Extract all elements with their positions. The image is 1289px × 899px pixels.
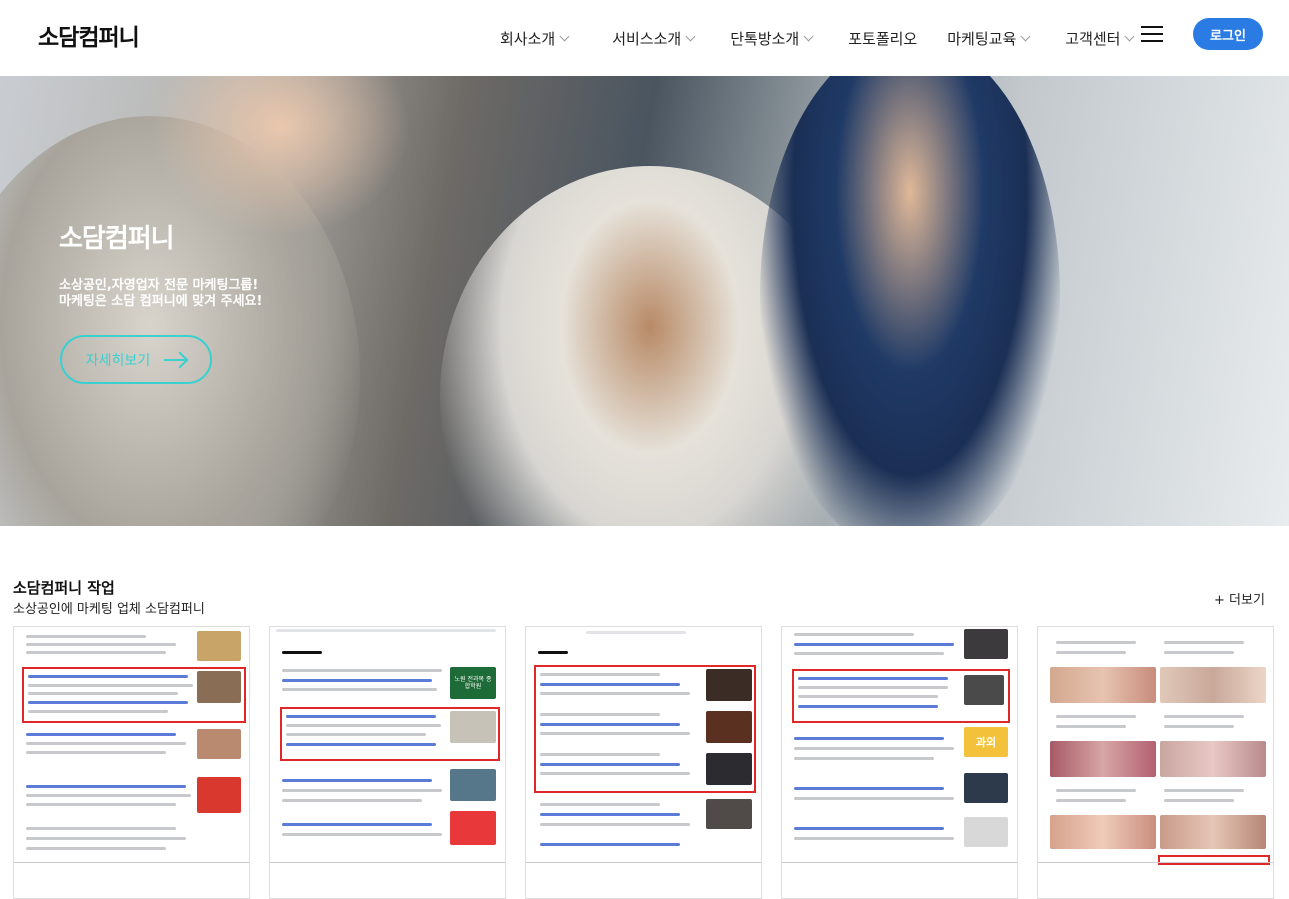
- thumbnail: 과외: [964, 727, 1008, 757]
- thumbnail: [450, 711, 496, 743]
- nav-label: 포토폴리오: [848, 29, 918, 48]
- nav-label: 서비스소개: [612, 29, 682, 48]
- site-logo[interactable]: 소담컴퍼니: [38, 18, 140, 52]
- learn-more-label: 자세히보기: [85, 352, 151, 369]
- hero-subtitle-line: 마케팅은 소담 컴퍼니에 맞겨 주세요!: [59, 294, 263, 309]
- hero-banner: 소담컴퍼니 소상공인,자영업자 전문 마케팅그룹! 마케팅은 소담 컴퍼니에 맞…: [0, 76, 1289, 526]
- thumbnail: [450, 769, 496, 801]
- site-header: 소담컴퍼니 회사소개 서비스소개 단톡방소개 포토폴리오 마케팅교육 고객센터 …: [0, 0, 1289, 76]
- nav-item-portfolio[interactable]: 포토폴리오: [848, 28, 917, 49]
- thumbnail-caption: 과외: [975, 736, 997, 749]
- chevron-down-icon: [559, 31, 570, 41]
- main-nav: 회사소개 서비스소개 단톡방소개 포토폴리오 마케팅교육 고객센터: [500, 0, 1135, 76]
- chevron-down-icon: [803, 31, 814, 41]
- thumbnail: [1050, 667, 1156, 703]
- nav-item-services[interactable]: 서비스소개: [612, 28, 696, 49]
- thumbnail: [964, 817, 1008, 847]
- thumbnail: [197, 777, 241, 813]
- section-title: 소담컴퍼니 작업: [13, 579, 115, 597]
- login-button[interactable]: 로그인: [1193, 18, 1263, 50]
- thumbnail: [706, 669, 752, 701]
- portfolio-card[interactable]: [1037, 626, 1274, 899]
- thumbnail: [964, 773, 1008, 803]
- thumbnail: [706, 799, 752, 829]
- hero-content: 소담컴퍼니 소상공인,자영업자 전문 마케팅그룹! 마케팅은 소담 컴퍼니에 맞…: [59, 76, 459, 526]
- section-subtitle: 소상공인에 마케팅 업체 소담컴퍼니: [13, 602, 205, 617]
- nav-item-company[interactable]: 회사소개: [500, 28, 570, 49]
- nav-label: 마케팅교육: [947, 29, 1017, 48]
- nav-label: 단톡방소개: [730, 29, 800, 48]
- thumbnail: [197, 631, 241, 661]
- hero-subtitle-line: 소상공인,자영업자 전문 마케팅그룹!: [59, 278, 259, 293]
- nav-label: 회사소개: [500, 29, 556, 48]
- highlight-box: [1158, 855, 1270, 865]
- hero-title: 소담컴퍼니: [59, 224, 175, 254]
- thumbnail: [706, 753, 752, 785]
- nav-item-customer-center[interactable]: 고객센터: [1065, 28, 1135, 49]
- chevron-down-icon: [1125, 31, 1135, 41]
- thumbnail: [450, 811, 496, 845]
- nav-item-marketing-education[interactable]: 마케팅교육: [947, 28, 1031, 49]
- thumbnail: [1050, 815, 1156, 849]
- portfolio-card[interactable]: [13, 626, 250, 899]
- portfolio-card[interactable]: 과외: [781, 626, 1018, 899]
- hero-subtitle: 소상공인,자영업자 전문 마케팅그룹! 마케팅은 소담 컴퍼니에 맞겨 주세요!: [59, 278, 262, 310]
- portfolio-card[interactable]: 노원 전과목 종합학원: [269, 626, 506, 899]
- thumbnail: [197, 671, 241, 703]
- thumbnail: [706, 711, 752, 743]
- learn-more-button[interactable]: 자세히보기: [60, 335, 212, 384]
- more-link[interactable]: + 더보기: [1214, 589, 1265, 608]
- nav-label: 고객센터: [1065, 29, 1121, 48]
- nav-item-chatroom[interactable]: 단톡방소개: [730, 28, 814, 49]
- thumbnail: [1050, 741, 1156, 777]
- portfolio-card[interactable]: [525, 626, 762, 899]
- thumbnail: [1160, 741, 1266, 777]
- thumbnail: 노원 전과목 종합학원: [450, 667, 496, 699]
- thumbnail: [1160, 667, 1266, 703]
- thumbnail: [964, 675, 1004, 705]
- thumbnail: [964, 629, 1008, 659]
- hamburger-icon[interactable]: [1141, 26, 1163, 44]
- thumbnail: [1160, 815, 1266, 849]
- arrow-right-icon: [164, 358, 187, 361]
- chevron-down-icon: [685, 31, 696, 41]
- thumbnail-caption: 노원 전과목 종합학원: [454, 676, 492, 690]
- thumbnail: [197, 729, 241, 759]
- chevron-down-icon: [1020, 31, 1031, 41]
- portfolio-cards: 노원 전과목 종합학원 과외: [13, 626, 1275, 899]
- hero-photo-figure-right: [760, 76, 1060, 526]
